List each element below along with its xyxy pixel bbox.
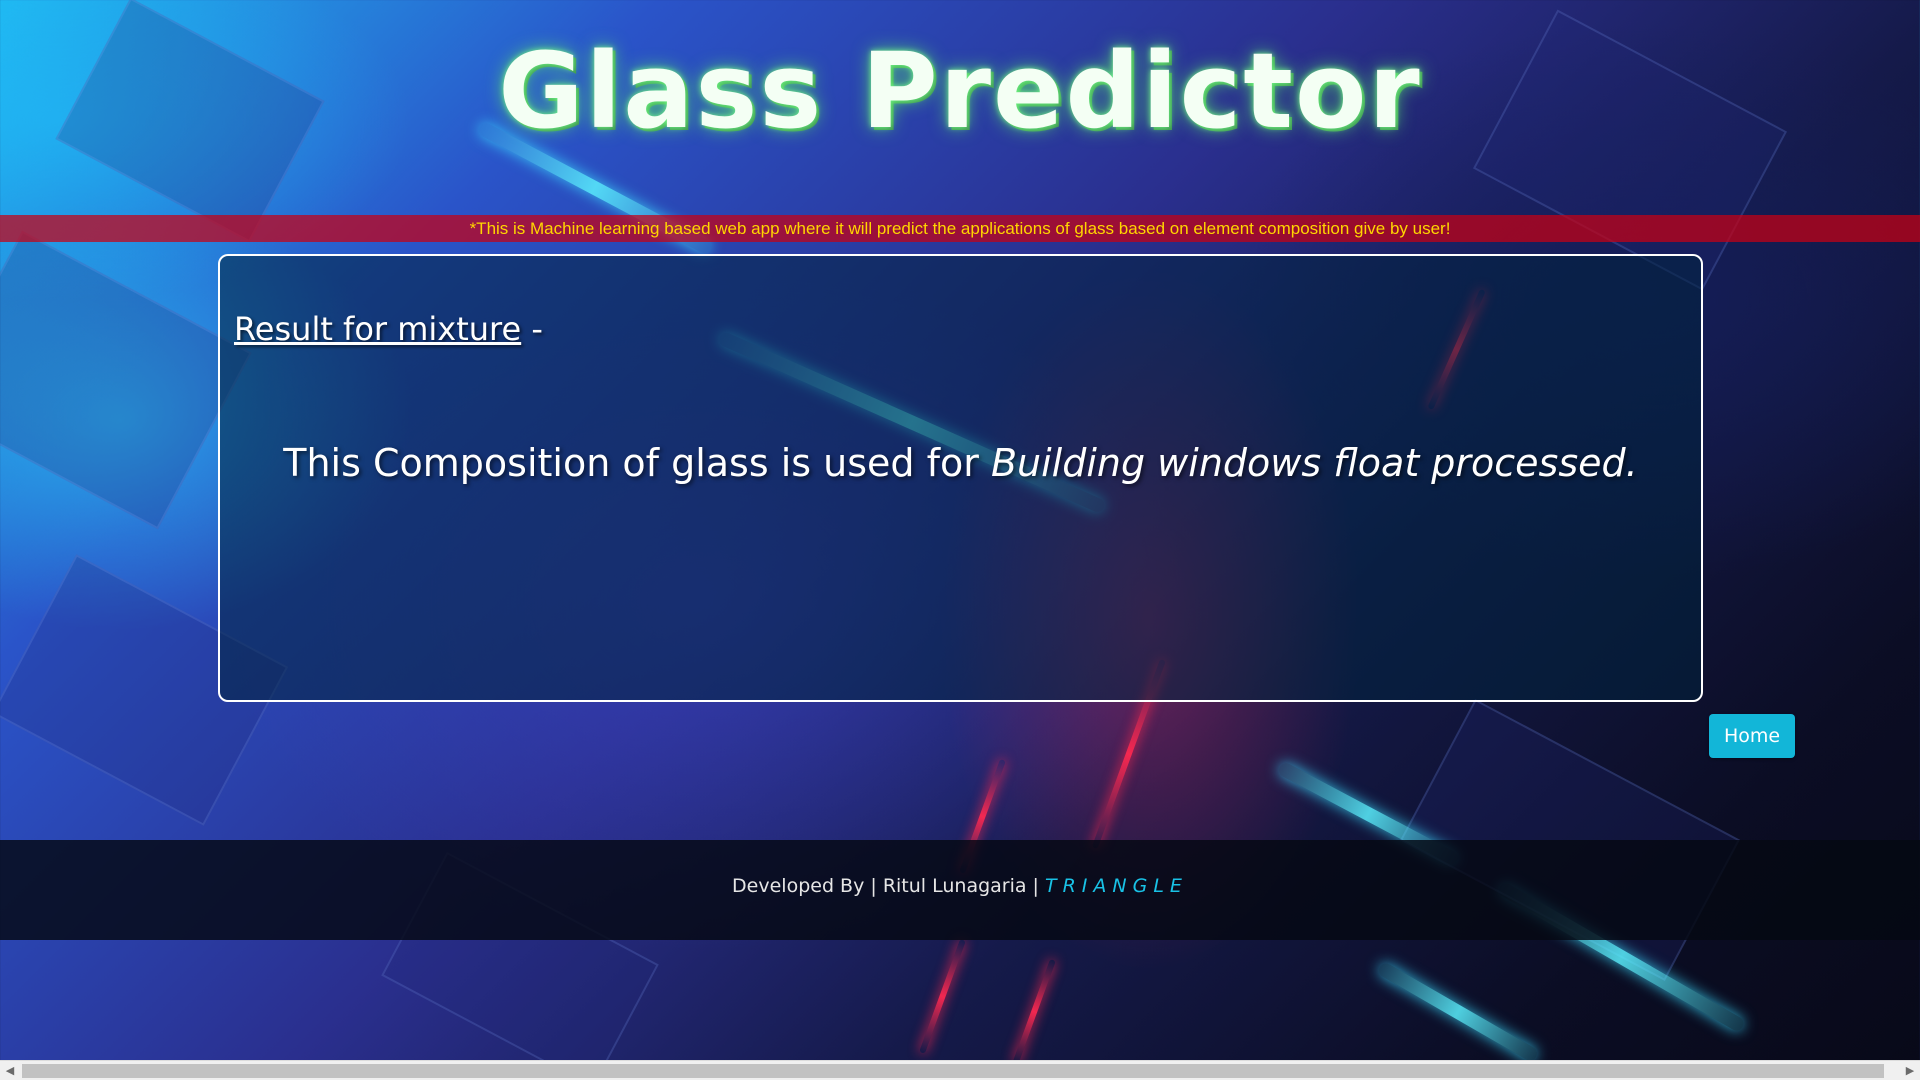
app-title: Glass Predictor bbox=[498, 30, 1422, 152]
horizontal-scrollbar[interactable]: ◀ ▶ bbox=[0, 1060, 1920, 1080]
home-button[interactable]: Home bbox=[1709, 714, 1795, 758]
result-panel: Result for mixture - This Composition of… bbox=[218, 254, 1703, 702]
scroll-right-arrow-icon[interactable]: ▶ bbox=[1900, 1061, 1920, 1080]
result-sentence: This Composition of glass is used for Bu… bbox=[220, 441, 1701, 485]
scrollbar-thumb[interactable] bbox=[22, 1064, 1884, 1078]
scroll-left-arrow-icon[interactable]: ◀ bbox=[0, 1061, 20, 1080]
info-banner: *This is Machine learning based web app … bbox=[0, 215, 1920, 242]
result-heading-label: Result for mixture bbox=[234, 310, 522, 348]
footer-credit: Developed By | Ritul Lunagaria | bbox=[732, 875, 1045, 897]
footer: Developed By | Ritul Lunagaria | TRIANGL… bbox=[0, 840, 1920, 940]
info-banner-text: *This is Machine learning based web app … bbox=[469, 219, 1451, 238]
result-heading-dash: - bbox=[521, 310, 543, 348]
footer-brand-link[interactable]: TRIANGLE bbox=[1045, 875, 1188, 897]
prediction-value: Building windows float processed. bbox=[990, 441, 1638, 485]
result-sentence-prefix: This Composition of glass is used for bbox=[283, 441, 991, 485]
result-heading: Result for mixture - bbox=[234, 310, 543, 348]
